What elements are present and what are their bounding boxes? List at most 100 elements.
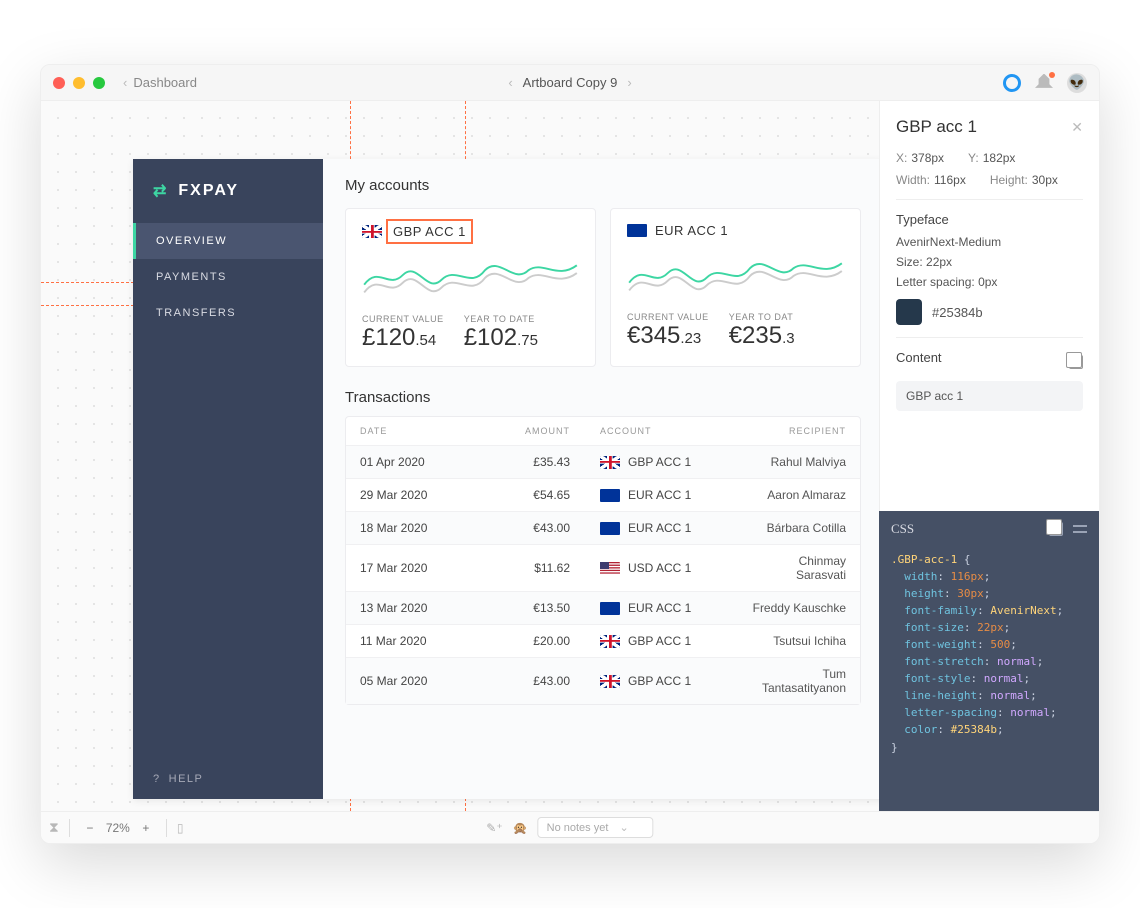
table-header: DATE AMOUNT ACCOUNT RECIPIENT [346, 417, 860, 445]
add-note-icon[interactable]: ✎⁺ [486, 821, 502, 835]
cell-amount: $11.62 [480, 561, 600, 575]
artboard-switcher[interactable]: ‹ Artboard Copy 9 › [508, 75, 631, 90]
col-amount: AMOUNT [480, 426, 600, 436]
close-window-button[interactable] [53, 77, 65, 89]
size-value: 22px [926, 255, 952, 269]
height-value: 30px [1032, 173, 1058, 187]
height-label: Height: [990, 173, 1028, 187]
sparkline [623, 244, 848, 302]
cell-amount: €13.50 [480, 601, 600, 615]
notes-placeholder: No notes yet [547, 822, 609, 834]
color-swatch[interactable] [896, 299, 922, 325]
cell-account: EUR ACC 1 [600, 521, 750, 535]
app-window: ‹ Dashboard ‹ Artboard Copy 9 › 👽 [40, 64, 1100, 844]
flag-icon [600, 456, 620, 469]
notes-dropdown[interactable]: No notes yet ⌄ [538, 817, 654, 838]
hourglass-icon[interactable]: ⧗ [49, 819, 59, 836]
app-logo: ⇄ FXPAY [133, 159, 323, 223]
cell-amount: €43.00 [480, 521, 600, 535]
app-sidebar: ⇄ FXPAY OVERVIEWPAYMENTSTRANSFERS ? HELP [133, 159, 323, 799]
zoom-control: − 72% + [80, 818, 156, 838]
notification-badge [1049, 72, 1055, 78]
footer-bar: ⧗ − 72% + ▯ ✎⁺ 🙊 No notes yet ⌄ [41, 811, 1099, 843]
zoom-out-button[interactable]: − [80, 818, 100, 838]
help-icon: ? [153, 773, 161, 785]
sidebar-item-transfers[interactable]: TRANSFERS [133, 295, 323, 331]
ytd-label: YEAR TO DAT [729, 312, 795, 322]
zoom-window-button[interactable] [93, 77, 105, 89]
cell-date: 17 Mar 2020 [360, 561, 480, 575]
table-row[interactable]: 17 Mar 2020 $11.62 USD ACC 1 Chinmay Sar… [346, 544, 860, 591]
cell-recipient: Rahul Malviya [750, 455, 846, 469]
cell-date: 13 Mar 2020 [360, 601, 480, 615]
letterspacing-value: 0px [978, 275, 997, 289]
account-card[interactable]: EUR ACC 1 CURRENT VALUE€345.23 YEAR TO D… [610, 208, 861, 367]
breadcrumb[interactable]: ‹ Dashboard [123, 75, 197, 90]
copy-icon[interactable] [1069, 355, 1083, 369]
minimize-window-button[interactable] [73, 77, 85, 89]
app-logo-text: FXPAY [178, 182, 239, 200]
zoom-in-button[interactable]: + [136, 818, 156, 838]
color-value: #25384b [932, 305, 983, 320]
cell-date: 01 Apr 2020 [360, 455, 480, 469]
help-label: HELP [169, 773, 204, 785]
content-value[interactable]: GBP acc 1 [896, 381, 1083, 411]
flag-icon [600, 675, 620, 688]
cell-account: GBP ACC 1 [600, 455, 750, 469]
table-row[interactable]: 11 Mar 2020 £20.00 GBP ACC 1 Tsutsui Ich… [346, 624, 860, 657]
css-code[interactable]: .GBP-acc-1 { width: 116px; height: 30px;… [879, 547, 1099, 768]
cell-account: GBP ACC 1 [600, 674, 750, 688]
account-title: GBP ACC 1 [390, 223, 469, 240]
chevron-right-icon[interactable]: › [627, 75, 631, 90]
account-card[interactable]: GBP ACC 1 CURRENT VALUE£120.54 YEAR TO D… [345, 208, 596, 367]
app-main: My accounts GBP ACC 1 CURRENT VALUE£120.… [323, 159, 879, 799]
y-label: Y: [968, 151, 979, 165]
ytd-value: £102.75 [464, 324, 538, 352]
help-link[interactable]: ? HELP [133, 759, 323, 799]
current-label: CURRENT VALUE [362, 314, 444, 324]
current-value: €345.23 [627, 322, 709, 350]
table-row[interactable]: 13 Mar 2020 €13.50 EUR ACC 1 Freddy Kaus… [346, 591, 860, 624]
monkey-icon[interactable]: 🙊 [513, 821, 528, 835]
content-heading: Content [896, 350, 942, 365]
canvas[interactable]: 182px ⇄ FXPAY OVERVIEWPAYMENTSTRANSFERS … [41, 101, 879, 811]
user-avatar[interactable]: 👽 [1067, 73, 1087, 93]
table-row[interactable]: 18 Mar 2020 €43.00 EUR ACC 1 Bárbara Cot… [346, 511, 860, 544]
traffic-lights [53, 77, 105, 89]
current-value: £120.54 [362, 324, 444, 352]
ytd-label: YEAR TO DATE [464, 314, 538, 324]
cell-amount: £35.43 [480, 455, 600, 469]
width-label: Width: [896, 173, 930, 187]
current-label: CURRENT VALUE [627, 312, 709, 322]
sidebar-item-payments[interactable]: PAYMENTS [133, 259, 323, 295]
cell-account: EUR ACC 1 [600, 601, 750, 615]
cell-date: 05 Mar 2020 [360, 674, 480, 688]
workspace: 182px ⇄ FXPAY OVERVIEWPAYMENTSTRANSFERS … [41, 101, 1099, 811]
accounts-heading: My accounts [345, 177, 861, 194]
cell-account: GBP ACC 1 [600, 634, 750, 648]
cell-account: USD ACC 1 [600, 561, 750, 575]
copy-icon[interactable] [1049, 522, 1063, 536]
inspector-panel: GBP acc 1 ✕ X:378px Y:182px Width:116px … [879, 101, 1099, 811]
sidebar-item-overview[interactable]: OVERVIEW [133, 223, 323, 259]
table-row[interactable]: 05 Mar 2020 £43.00 GBP ACC 1 Tum Tantasa… [346, 657, 860, 704]
close-icon[interactable]: ✕ [1071, 119, 1083, 136]
table-row[interactable]: 01 Apr 2020 £35.43 GBP ACC 1 Rahul Malvi… [346, 445, 860, 478]
x-label: X: [896, 151, 907, 165]
cell-amount: €54.65 [480, 488, 600, 502]
flag-icon [600, 562, 620, 575]
settings-icon[interactable] [1073, 522, 1087, 536]
cell-date: 29 Mar 2020 [360, 488, 480, 502]
cell-date: 11 Mar 2020 [360, 634, 480, 648]
cell-recipient: Chinmay Sarasvati [750, 554, 846, 582]
layers-icon[interactable]: ▯ [177, 821, 184, 835]
typeface-heading: Typeface [896, 212, 1083, 227]
table-row[interactable]: 29 Mar 2020 €54.65 EUR ACC 1 Aaron Almar… [346, 478, 860, 511]
cell-recipient: Aaron Almaraz [750, 488, 846, 502]
chevron-left-icon[interactable]: ‹ [508, 75, 512, 90]
notifications-button[interactable] [1035, 74, 1053, 92]
y-value: 182px [983, 151, 1016, 165]
artboard[interactable]: ⇄ FXPAY OVERVIEWPAYMENTSTRANSFERS ? HELP… [133, 159, 879, 799]
width-value: 116px [934, 173, 966, 187]
col-account: ACCOUNT [600, 426, 750, 436]
